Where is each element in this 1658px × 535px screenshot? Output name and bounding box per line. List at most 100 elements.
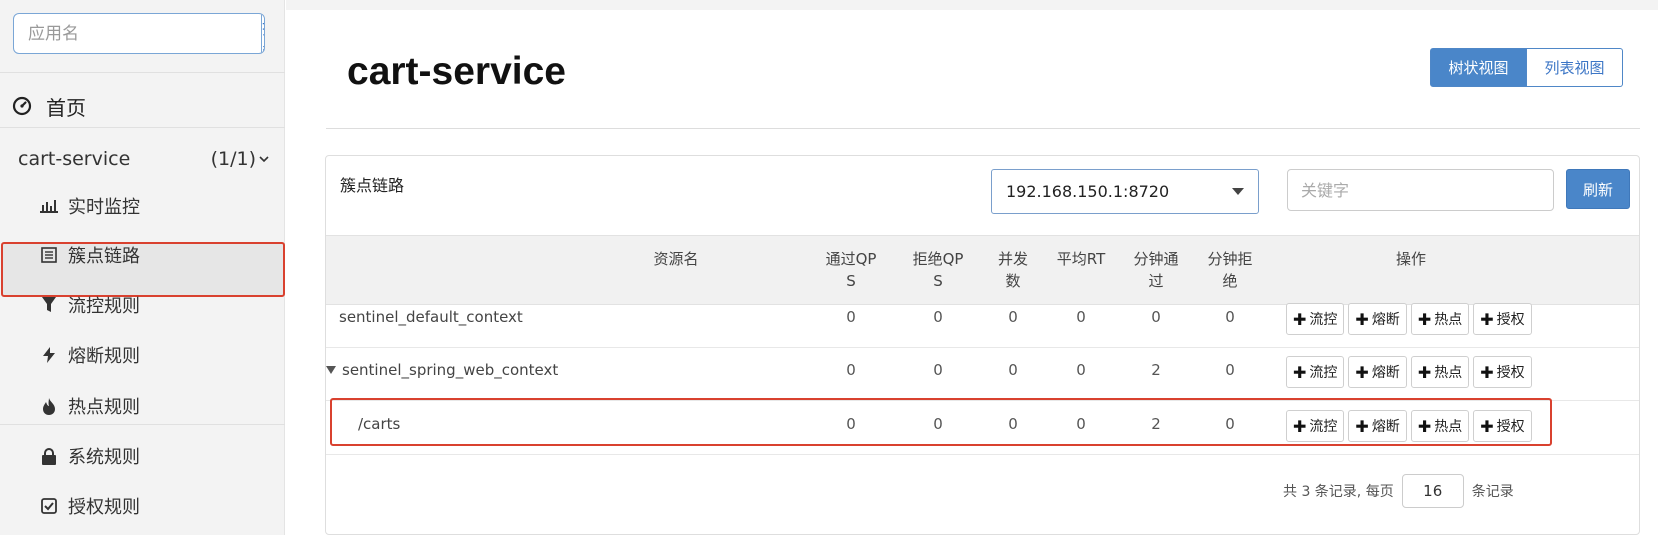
block-qps: 0 xyxy=(933,361,943,379)
sidebar-item-label: 首页 xyxy=(46,95,86,120)
plus-icon: ✚ xyxy=(1293,416,1307,436)
add-auth-rule-button[interactable]: ✚ 授权 xyxy=(1473,410,1532,442)
minute-pass: 2 xyxy=(1151,361,1161,379)
concurrency: 0 xyxy=(1008,415,1018,433)
add-flow-rule-button[interactable]: ✚ 流控 xyxy=(1286,356,1345,388)
dashboard-icon xyxy=(12,96,32,116)
sidebar-item-system-rules[interactable]: 系统规则 xyxy=(40,441,140,471)
header-block-qps: 拒绝QP S xyxy=(912,250,964,290)
sidebar-item-label: 热点规则 xyxy=(68,397,140,418)
add-auth-rule-button[interactable]: ✚ 授权 xyxy=(1473,303,1532,335)
row-actions: ✚ 流控 ✚ 熔断 ✚ 热点 ✚ 授权 xyxy=(1286,356,1532,388)
plus-icon: ✚ xyxy=(1417,416,1432,436)
minute-block: 0 xyxy=(1225,415,1235,433)
sidebar-app-cart-service[interactable]: cart-service (1/1) xyxy=(18,148,270,170)
concurrency: 0 xyxy=(1008,361,1018,379)
bolt-icon xyxy=(40,347,58,363)
header-pass-qps: 通过QP S xyxy=(825,250,877,290)
collapse-triangle-icon[interactable] xyxy=(326,366,336,374)
resource-name[interactable]: sentinel_spring_web_context xyxy=(326,361,558,379)
plus-icon: ✚ xyxy=(1480,416,1494,436)
sidebar-item-label: 簇点链路 xyxy=(68,246,140,267)
fire-icon xyxy=(40,397,58,415)
plus-icon: ✚ xyxy=(1417,362,1432,382)
button-label: 流控 xyxy=(1309,365,1338,381)
divider xyxy=(0,424,285,425)
page-title: cart-service xyxy=(347,50,566,93)
row-actions: ✚ 流控 ✚ 熔断 ✚ 热点 ✚ 授权 xyxy=(1286,410,1532,442)
resource-name-text: sentinel_default_context xyxy=(339,308,523,326)
add-auth-rule-button[interactable]: ✚ 授权 xyxy=(1473,356,1532,388)
button-label: 熔断 xyxy=(1371,312,1400,328)
block-qps: 0 xyxy=(933,415,943,433)
sidebar-item-label: 授权规则 xyxy=(68,497,140,518)
avg-rt: 0 xyxy=(1076,308,1086,326)
sidebar-item-home[interactable]: 首页 xyxy=(12,88,86,124)
button-label: 授权 xyxy=(1496,365,1525,381)
button-label: 流控 xyxy=(1309,312,1338,328)
sidebar-item-hotspot-rules[interactable]: 热点规则 xyxy=(40,391,140,421)
plus-icon: ✚ xyxy=(1480,309,1494,329)
check-icon xyxy=(40,498,58,514)
keyword-input[interactable] xyxy=(1287,169,1554,211)
add-hotspot-rule-button[interactable]: ✚ 热点 xyxy=(1410,410,1470,442)
add-flow-rule-button[interactable]: ✚ 流控 xyxy=(1286,303,1345,335)
button-label: 热点 xyxy=(1434,312,1463,328)
pass-qps: 0 xyxy=(846,415,856,433)
sidebar-item-label: 熔断规则 xyxy=(68,346,140,367)
button-label: 热点 xyxy=(1434,419,1463,435)
sidebar-item-realtime-monitor[interactable]: 实时监控 xyxy=(40,191,140,221)
app-search-input[interactable] xyxy=(14,14,261,53)
plus-icon: ✚ xyxy=(1417,309,1432,329)
row-actions: ✚ 流控 ✚ 熔断 ✚ 热点 ✚ 授权 xyxy=(1286,303,1532,335)
button-label: 授权 xyxy=(1496,312,1525,328)
panel-title: 簇点链路 xyxy=(340,176,405,195)
machine-select[interactable]: 192.168.150.1:8720 xyxy=(991,169,1259,214)
pagination: 共 3 条记录, 每页 条记录 xyxy=(1283,474,1514,508)
header-concurrency: 并发 数 xyxy=(997,250,1028,290)
sidebar: 搜索 首页 cart-service (1/1) 实时监控 簇点链路 xyxy=(0,0,285,535)
sidebar-item-label: 系统规则 xyxy=(68,447,140,468)
table-row: sentinel_spring_web_context 0 0 0 0 2 0 … xyxy=(326,345,1639,401)
minute-block: 0 xyxy=(1225,361,1235,379)
pager-suffix-text: 条记录 xyxy=(1471,484,1514,500)
sidebar-item-flow-rules[interactable]: 流控规则 xyxy=(40,290,140,320)
resource-name-text: sentinel_spring_web_context xyxy=(342,361,559,379)
sidebar-item-label: 实时监控 xyxy=(68,197,140,218)
refresh-button[interactable]: 刷新 xyxy=(1566,169,1630,209)
sidebar-item-auth-rules[interactable]: 授权规则 xyxy=(40,491,140,521)
sidebar-item-cluster-chain[interactable]: 簇点链路 xyxy=(40,240,140,270)
header-minute-pass: 分钟通 过 xyxy=(1133,250,1179,290)
tree-view-button[interactable]: 树状视图 xyxy=(1430,48,1527,87)
add-flow-rule-button[interactable]: ✚ 流控 xyxy=(1286,410,1345,442)
minute-pass: 2 xyxy=(1151,415,1161,433)
divider xyxy=(0,127,285,128)
sidebar-item-degrade-rules[interactable]: 熔断规则 xyxy=(40,340,140,370)
plus-icon: ✚ xyxy=(1293,309,1307,329)
plus-icon: ✚ xyxy=(1480,362,1494,382)
plus-icon: ✚ xyxy=(1355,416,1369,436)
minute-pass: 0 xyxy=(1151,308,1161,326)
list-view-button[interactable]: 列表视图 xyxy=(1527,48,1623,87)
add-degrade-rule-button[interactable]: ✚ 熔断 xyxy=(1348,303,1407,335)
sidebar-item-label: 流控规则 xyxy=(68,296,140,317)
add-hotspot-rule-button[interactable]: ✚ 热点 xyxy=(1410,303,1470,335)
minute-block: 0 xyxy=(1225,308,1235,326)
search-button[interactable]: 搜索 xyxy=(261,14,264,53)
add-hotspot-rule-button[interactable]: ✚ 热点 xyxy=(1410,356,1470,388)
header-minute-block: 分钟拒 绝 xyxy=(1207,250,1253,290)
list-icon xyxy=(40,247,58,263)
button-label: 热点 xyxy=(1434,365,1463,381)
pass-qps: 0 xyxy=(846,361,856,379)
lock-icon xyxy=(40,447,58,465)
pager-total-text: 共 3 条记录, 每页 xyxy=(1283,484,1394,500)
add-degrade-rule-button[interactable]: ✚ 熔断 xyxy=(1348,356,1407,388)
divider xyxy=(326,128,1640,129)
block-qps: 0 xyxy=(933,308,943,326)
header-ops: 操作 xyxy=(1395,250,1426,268)
resource-name-text: /carts xyxy=(358,415,401,433)
add-degrade-rule-button[interactable]: ✚ 熔断 xyxy=(1348,410,1407,442)
button-label: 熔断 xyxy=(1371,365,1400,381)
resource-name: /carts xyxy=(358,415,400,433)
page-size-input[interactable] xyxy=(1401,474,1464,508)
